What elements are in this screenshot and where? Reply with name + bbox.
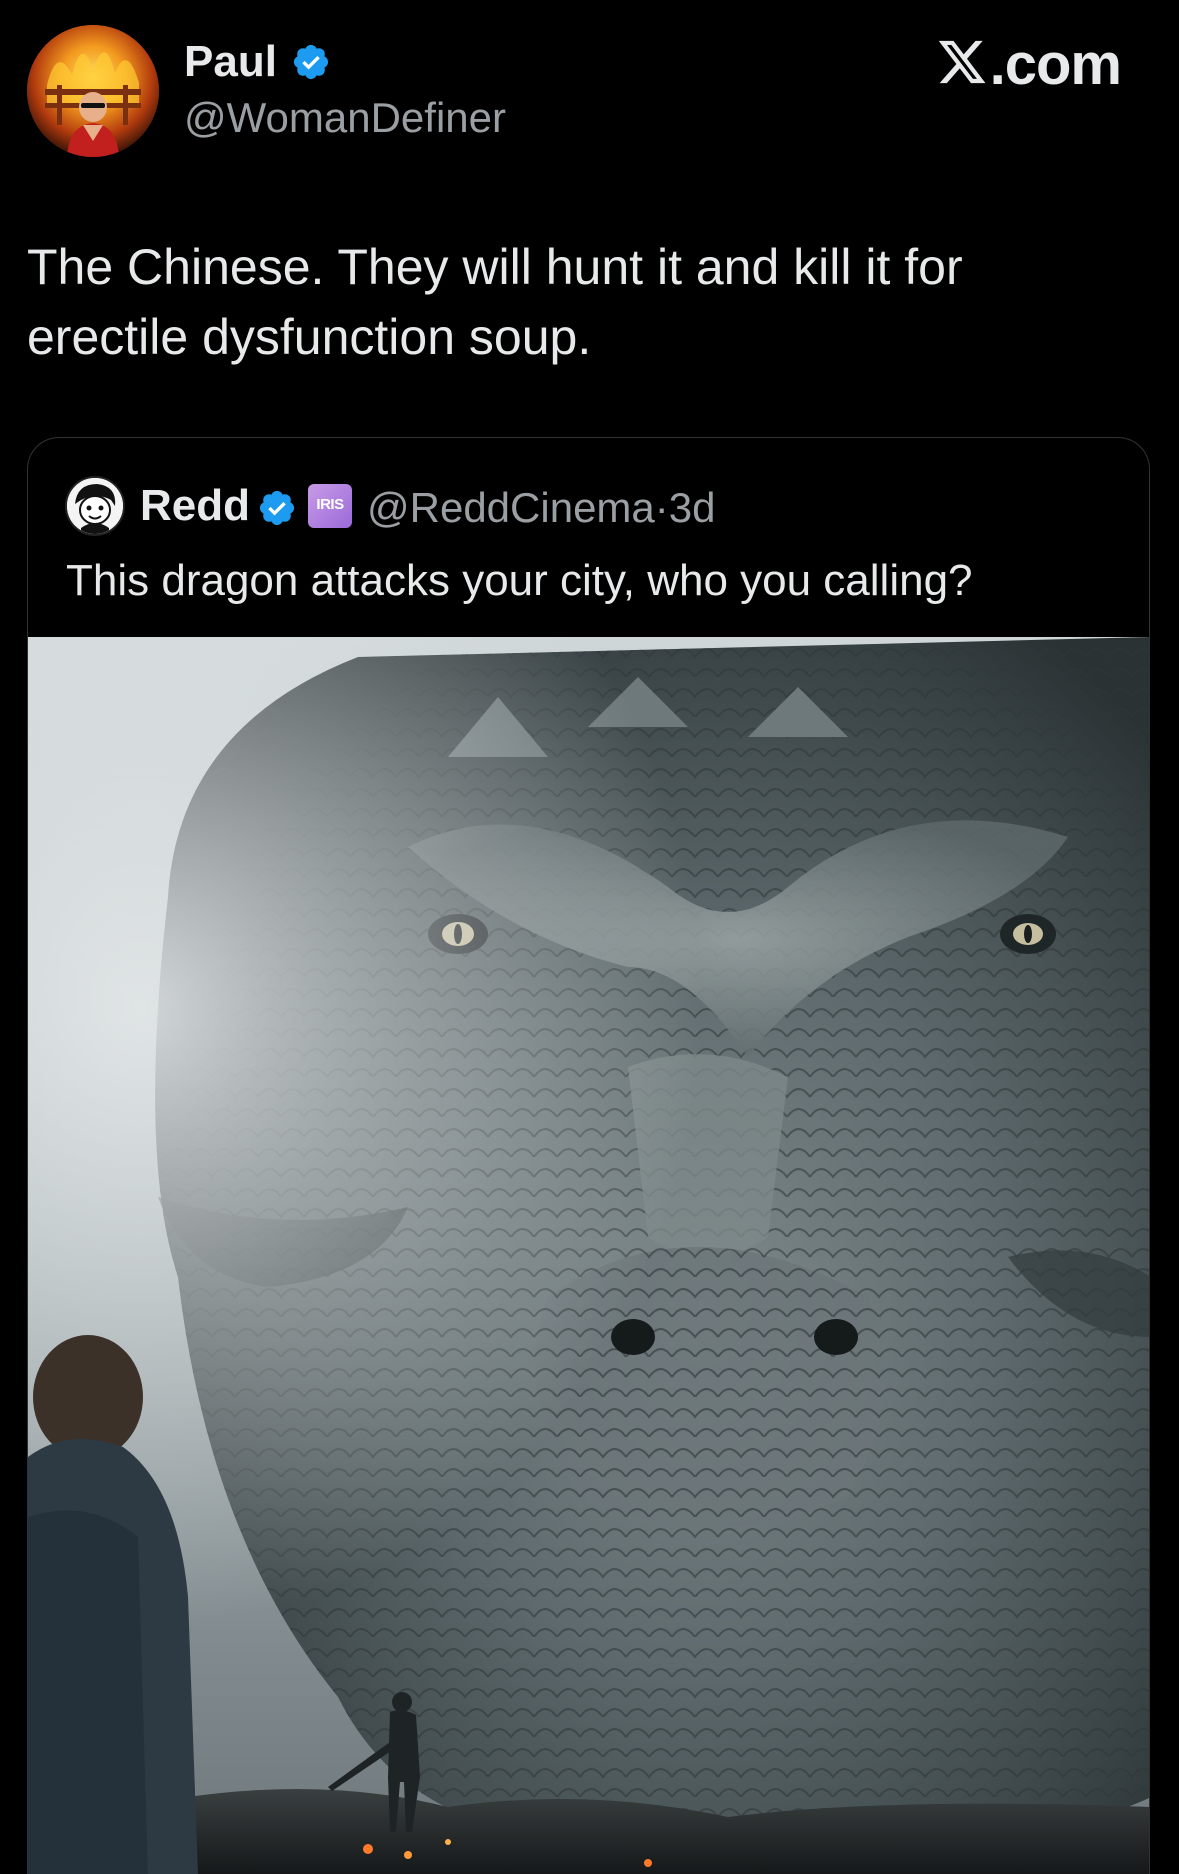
avatar-cartoon-face-icon [67, 478, 123, 534]
affiliate-badge-text: IRIS [316, 496, 344, 513]
quoted-author-handle[interactable]: @ReddCinema [367, 484, 655, 531]
avatar-burning-cartoon-icon [27, 25, 159, 157]
quoted-tweet-media[interactable] [28, 637, 1149, 1874]
quoted-tweet-text: This dragon attacks your city, who you c… [66, 556, 973, 605]
tweet-header: Paul @WomanDefiner .com [0, 0, 1179, 180]
author-handle[interactable]: @WomanDefiner [184, 92, 506, 144]
meta-separator: · [654, 484, 669, 531]
affiliate-badge[interactable]: IRIS [308, 484, 352, 528]
brand-watermark: .com [936, 30, 1122, 100]
quoted-tweet-meta: @ReddCinema·3d [367, 480, 715, 536]
author-display-name[interactable]: Paul [184, 34, 277, 90]
x-logo-icon [938, 40, 986, 84]
quoted-verified-badge-icon [259, 490, 295, 526]
quoted-tweet-age[interactable]: 3d [669, 484, 716, 531]
quoted-tweet-card[interactable]: Redd IRIS @ReddCinema·3d This dragon att… [27, 437, 1150, 1874]
author-avatar[interactable] [27, 25, 159, 157]
verified-badge-icon [293, 44, 329, 80]
brand-name: .com [989, 32, 1122, 97]
quoted-author-avatar[interactable] [65, 476, 125, 536]
dragon-image [28, 637, 1149, 1874]
quoted-author-display-name[interactable]: Redd [140, 478, 250, 534]
tweet-text: The Chinese. They will hunt it and kill … [27, 239, 963, 365]
